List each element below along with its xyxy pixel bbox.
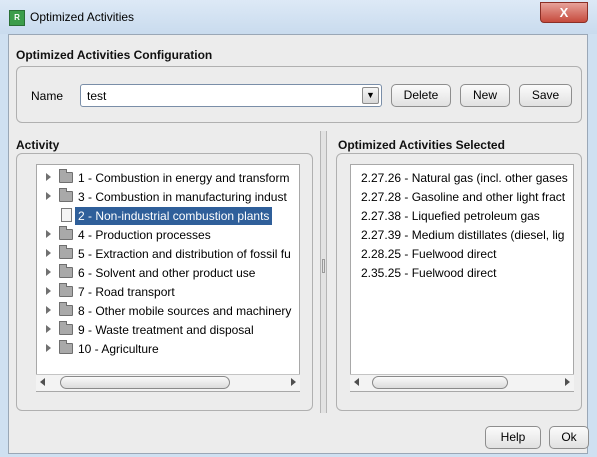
tree-item-label: 8 - Other mobile sources and machinery <box>78 304 292 318</box>
expand-arrow-icon[interactable] <box>46 268 51 276</box>
selected-list-item[interactable]: 2.27.26 - Natural gas (incl. other gases <box>361 171 568 185</box>
document-icon <box>61 208 72 222</box>
tree-item[interactable]: 10 - Agriculture <box>37 340 299 358</box>
tree-item-label: 3 - Combustion in manufacturing indust <box>78 190 287 204</box>
title-bar[interactable]: R Optimized Activities X <box>0 0 597 34</box>
tree-item[interactable]: 8 - Other mobile sources and machinery <box>37 302 299 320</box>
panel-splitter[interactable] <box>320 131 327 413</box>
expand-arrow-icon[interactable] <box>46 306 51 314</box>
tree-item[interactable]: 7 - Road transport <box>37 283 299 301</box>
tree-item-label: 1 - Combustion in energy and transform <box>78 171 290 185</box>
folder-icon <box>59 340 73 354</box>
selected-list-item[interactable]: 2.27.39 - Medium distillates (diesel, li… <box>361 228 564 242</box>
expand-arrow-icon[interactable] <box>46 344 51 352</box>
tree-item[interactable]: 2 - Non-industrial combustion plants <box>37 207 299 225</box>
tree-item[interactable]: 1 - Combustion in energy and transform <box>37 169 299 187</box>
selected-list-item[interactable]: 2.27.28 - Gasoline and other light fract <box>361 190 565 204</box>
expand-arrow-icon[interactable] <box>46 287 51 295</box>
tree-item[interactable]: 9 - Waste treatment and disposal <box>37 321 299 339</box>
splitter-grip-icon <box>322 259 325 273</box>
selected-list-item[interactable]: 2.27.38 - Liquefied petroleum gas <box>361 209 540 223</box>
new-button[interactable]: New <box>460 84 510 107</box>
optimized-activities-window: R Optimized Activities X Optimized Activ… <box>0 0 597 457</box>
tree-item-label: 2 - Non-industrial combustion plants <box>75 207 273 225</box>
expand-arrow-icon[interactable] <box>46 230 51 238</box>
selected-horizontal-scrollbar[interactable] <box>350 374 574 391</box>
folder-icon <box>59 283 73 297</box>
activity-horizontal-scrollbar[interactable] <box>36 374 300 391</box>
tree-item-label: 10 - Agriculture <box>78 342 159 356</box>
expand-arrow-icon[interactable] <box>46 192 51 200</box>
scroll-thumb[interactable] <box>60 376 230 389</box>
folder-icon <box>59 226 73 240</box>
window-title: Optimized Activities <box>30 10 135 24</box>
tree-item-label: 6 - Solvent and other product use <box>78 266 256 280</box>
scroll-right-icon[interactable] <box>291 378 296 386</box>
tree-item-label: 7 - Road transport <box>78 285 175 299</box>
folder-icon <box>59 188 73 202</box>
scroll-thumb[interactable] <box>372 376 508 389</box>
selected-list-item[interactable]: 2.28.25 - Fuelwood direct <box>361 247 496 261</box>
tree-item-label: 9 - Waste treatment and disposal <box>78 323 254 337</box>
selected-list-item[interactable]: 2.35.25 - Fuelwood direct <box>361 266 496 280</box>
config-section-title: Optimized Activities Configuration <box>16 48 213 62</box>
name-label: Name <box>31 89 64 103</box>
tree-item[interactable]: 4 - Production processes <box>37 226 299 244</box>
folder-icon <box>59 302 73 316</box>
activity-section-title: Activity <box>16 138 60 152</box>
help-button[interactable]: Help <box>485 426 541 449</box>
scroll-left-icon[interactable] <box>40 378 45 386</box>
close-button[interactable]: X <box>540 2 588 23</box>
scroll-right-icon[interactable] <box>565 378 570 386</box>
folder-icon <box>59 321 73 335</box>
expand-arrow-icon[interactable] <box>46 249 51 257</box>
selected-section-title: Optimized Activities Selected <box>338 138 505 152</box>
folder-icon <box>59 245 73 259</box>
folder-icon <box>59 264 73 278</box>
tree-item[interactable]: 5 - Extraction and distribution of fossi… <box>37 245 299 263</box>
tree-item[interactable]: 3 - Combustion in manufacturing indust <box>37 188 299 206</box>
name-combobox-value: test <box>87 89 107 103</box>
ok-button[interactable]: Ok <box>549 426 589 449</box>
tree-item-label: 4 - Production processes <box>78 228 211 242</box>
folder-icon <box>59 169 73 183</box>
activity-tree[interactable]: 1 - Combustion in energy and transform 3 … <box>36 164 300 392</box>
save-button[interactable]: Save <box>519 84 572 107</box>
name-combobox[interactable]: test ▼ <box>80 84 382 107</box>
app-icon: R <box>9 10 25 26</box>
delete-button[interactable]: Delete <box>391 84 451 107</box>
chevron-down-icon[interactable]: ▼ <box>362 87 379 104</box>
selected-activities-list[interactable]: 2.27.26 - Natural gas (incl. other gases… <box>350 164 574 392</box>
tree-item[interactable]: 6 - Solvent and other product use <box>37 264 299 282</box>
scroll-left-icon[interactable] <box>354 378 359 386</box>
tree-item-label: 5 - Extraction and distribution of fossi… <box>78 247 291 261</box>
expand-arrow-icon[interactable] <box>46 325 51 333</box>
expand-arrow-icon[interactable] <box>46 173 51 181</box>
